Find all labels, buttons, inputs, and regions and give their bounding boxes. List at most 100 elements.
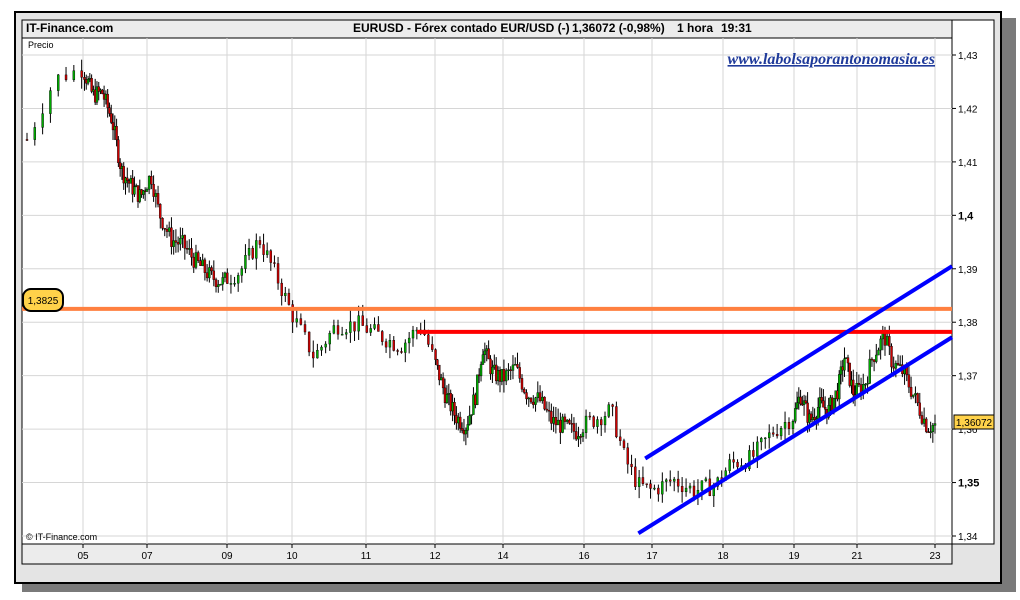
x-tick-label: 16 bbox=[578, 551, 590, 562]
candle-up bbox=[561, 416, 564, 433]
candle-up bbox=[345, 332, 348, 335]
candle-up bbox=[933, 423, 937, 426]
candle-down bbox=[579, 436, 582, 438]
candle-down bbox=[152, 184, 155, 197]
candle-down bbox=[192, 256, 195, 268]
candle-up bbox=[791, 421, 795, 429]
candle-down bbox=[365, 325, 369, 333]
x-tick-label: 05 bbox=[77, 551, 89, 562]
watermark-link[interactable]: www.labolsaporantonomasia.es bbox=[728, 51, 935, 68]
candle-down bbox=[870, 358, 874, 361]
candle-up bbox=[201, 259, 204, 266]
candle-up bbox=[838, 374, 841, 400]
date-axis-panel bbox=[21, 543, 953, 565]
candle-down bbox=[523, 389, 526, 393]
candle-up bbox=[179, 237, 182, 245]
candle-up bbox=[864, 383, 867, 386]
candle-down bbox=[115, 126, 118, 141]
candle-down bbox=[336, 325, 340, 335]
last-price-tag-text: 1,36072 bbox=[956, 418, 993, 429]
price-chart: 1,431,421,411,41,391,381,371,361,351,34 … bbox=[21, 19, 995, 565]
candle-up bbox=[922, 418, 926, 424]
candle-down bbox=[907, 374, 911, 388]
candle-down bbox=[502, 369, 506, 382]
candle-down bbox=[787, 422, 791, 429]
candle-down bbox=[80, 70, 83, 78]
candle-down bbox=[117, 139, 120, 164]
candle-up bbox=[894, 363, 898, 369]
candle-down bbox=[600, 419, 603, 426]
candle-down bbox=[441, 377, 445, 389]
candle-down bbox=[611, 404, 614, 407]
candle-up bbox=[404, 342, 407, 353]
candle-up bbox=[223, 272, 227, 278]
candle-up bbox=[481, 354, 485, 365]
candle-down bbox=[353, 321, 356, 332]
candle-up bbox=[584, 415, 588, 433]
candle-down bbox=[630, 463, 633, 468]
x-tick-label: 18 bbox=[717, 551, 729, 562]
candle-down bbox=[626, 447, 629, 465]
candle-up bbox=[240, 268, 244, 276]
y-axis-title: Precio bbox=[28, 40, 54, 50]
candle-down bbox=[618, 436, 622, 441]
x-tick-label: 23 bbox=[929, 551, 941, 562]
x-tick-label: 09 bbox=[221, 551, 233, 562]
candle-down bbox=[458, 416, 462, 429]
candle-up bbox=[86, 78, 90, 84]
candle-down bbox=[258, 240, 262, 245]
candle-up bbox=[324, 343, 327, 348]
candle-up bbox=[931, 425, 935, 432]
candle-down bbox=[106, 93, 109, 108]
candle-down bbox=[516, 364, 519, 368]
candle-up bbox=[929, 431, 932, 433]
candle-up bbox=[728, 459, 731, 471]
candle-down bbox=[529, 397, 533, 403]
candle-down bbox=[641, 477, 645, 484]
candle-up bbox=[233, 283, 236, 285]
candle-down bbox=[574, 431, 578, 440]
candle-up bbox=[181, 235, 184, 239]
candle-down bbox=[280, 282, 283, 296]
candle-down bbox=[857, 383, 861, 385]
candle-down bbox=[570, 423, 573, 425]
candle-down bbox=[852, 379, 855, 396]
candle-down bbox=[547, 409, 551, 412]
plot-area bbox=[21, 37, 953, 545]
y-tick-label: 1,38 bbox=[958, 318, 978, 329]
candle-up bbox=[565, 419, 569, 422]
candle-down bbox=[176, 242, 180, 245]
candle-down bbox=[163, 228, 166, 230]
candle-down bbox=[920, 415, 924, 424]
candle-up bbox=[552, 417, 555, 424]
candle-up bbox=[866, 383, 869, 385]
candle-up bbox=[783, 422, 787, 429]
candle-up bbox=[411, 329, 415, 339]
candle-down bbox=[568, 419, 571, 424]
candle-down bbox=[377, 324, 380, 332]
header-source: IT-Finance.com bbox=[26, 21, 114, 35]
candle-down bbox=[563, 416, 567, 422]
candle-down bbox=[126, 177, 129, 181]
candle-down bbox=[525, 392, 528, 400]
candle-down bbox=[669, 479, 672, 482]
candle-up bbox=[504, 370, 508, 382]
candle-down bbox=[174, 240, 178, 243]
candle-down bbox=[520, 378, 524, 390]
candle-up bbox=[760, 438, 763, 443]
candle-up bbox=[899, 364, 902, 366]
candle-up bbox=[688, 485, 692, 489]
candle-down bbox=[165, 228, 169, 232]
candle-up bbox=[466, 424, 469, 431]
candle-up bbox=[244, 255, 247, 269]
candle-down bbox=[896, 363, 900, 365]
candle-down bbox=[361, 315, 364, 326]
candle-up bbox=[768, 432, 771, 439]
candle-up bbox=[914, 393, 917, 396]
candle-down bbox=[251, 248, 254, 259]
level-price-tag-text: 1,3825 bbox=[28, 296, 59, 307]
candle-down bbox=[692, 485, 696, 497]
candle-down bbox=[427, 334, 430, 345]
candle-down bbox=[487, 348, 490, 360]
header-interval: 1 hora bbox=[677, 21, 714, 35]
